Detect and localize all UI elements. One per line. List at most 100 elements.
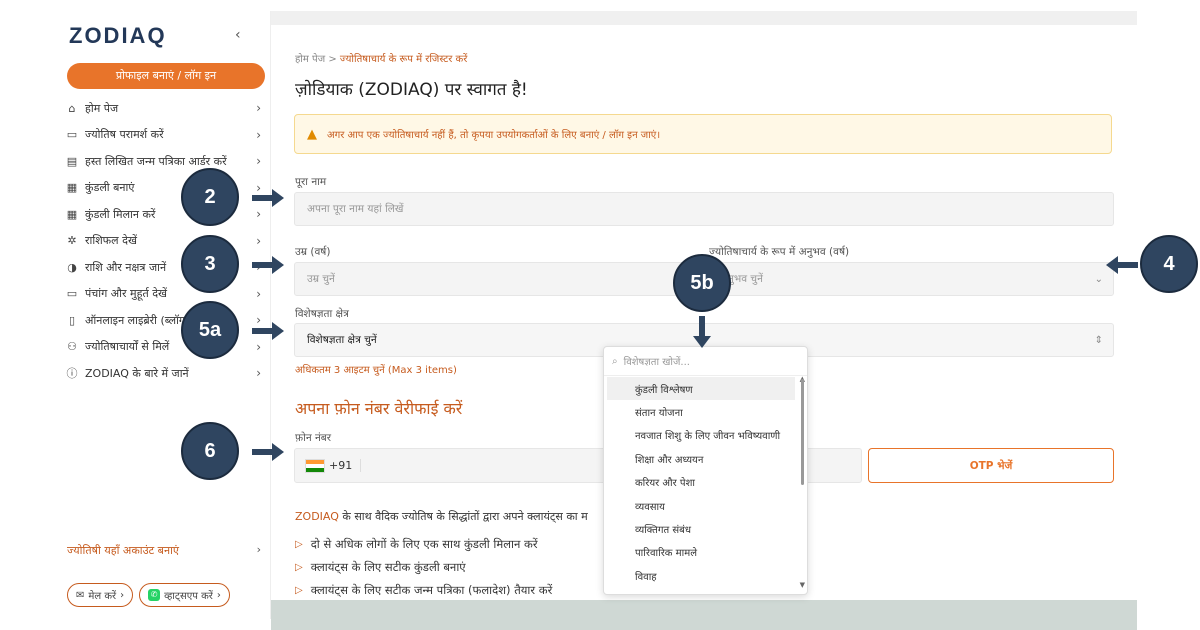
- chevron-right-icon: ›: [256, 339, 261, 354]
- grid-icon: ▦: [66, 181, 78, 195]
- sidebar-item-about[interactable]: ⓘ ZODIAQ के बारे में जानें ›: [65, 360, 265, 387]
- scroll-down-icon[interactable]: ▼: [800, 581, 805, 589]
- warning-icon: ▲: [307, 126, 317, 142]
- sidebar-item-label: ज्योतिषाचार्यों से मिलें: [85, 340, 170, 354]
- india-flag-icon[interactable]: [305, 458, 325, 473]
- sidebar-item-label: हस्त लिखित जन्म पत्रिका आर्डर करें: [85, 154, 227, 168]
- search-icon: ⌕: [612, 355, 618, 367]
- arrow-down-icon: [693, 316, 711, 348]
- specialization-value: विशेषज्ञता क्षेत्र चुनें: [307, 334, 377, 346]
- benefits-list: ▷ दो से अधिक लोगों के लिए एक साथ कुंडली म…: [295, 533, 552, 602]
- specialization-limit-hint: अधिकतम 3 आइटम चुनें (Max 3 items): [295, 365, 457, 376]
- arrow-right-icon: [252, 189, 284, 207]
- sidebar-item-label: पंचांग और मुहूर्त देखें: [85, 287, 168, 301]
- users-icon: ⚇: [67, 340, 77, 354]
- user-redirect-alert: ▲ अगर आप एक ज्योतिषाचार्य नहीं हैं, तो क…: [294, 114, 1112, 154]
- search-placeholder: विशेषज्ञता खोजें...: [623, 357, 690, 368]
- marker-5a: 5a: [181, 301, 239, 359]
- arrow-right-icon: [252, 443, 284, 461]
- chevron-right-icon: ›: [256, 127, 261, 142]
- marker-2: 2: [181, 168, 239, 226]
- marker-6: 6: [181, 422, 239, 480]
- chevron-right-icon: ›: [256, 207, 261, 222]
- alert-text[interactable]: अगर आप एक ज्योतिषाचार्य नहीं हैं, तो कृप…: [327, 127, 660, 141]
- option-item[interactable]: शिक्षा और अध्ययन: [607, 447, 795, 470]
- chevron-right-icon: ›: [216, 589, 221, 601]
- arrow-left-icon: [1106, 256, 1138, 274]
- logo[interactable]: ZODIAQ: [69, 23, 167, 49]
- list-item: ▷ दो से अधिक लोगों के लिए एक साथ कुंडली म…: [295, 533, 552, 556]
- chevron-right-icon: ›: [256, 101, 261, 116]
- benefit-text: क्लायंट्स के लिए सटीक कुंडली बनाएं: [310, 560, 466, 574]
- sidebar-item-label: होम पेज: [85, 101, 119, 115]
- age-label: उम्र (वर्ष): [295, 246, 331, 258]
- breadcrumb: होम पेज > ज्योतिषाचार्य के रूप में रजिस्…: [295, 51, 467, 65]
- sidebar-item-label: कुंडली मिलान करें: [85, 207, 156, 221]
- marker-5b: 5b: [673, 254, 731, 312]
- experience-select[interactable]: अनुभव चुनें ⌄: [707, 262, 1114, 296]
- chat-icon: ▭: [66, 128, 78, 142]
- sidebar-item-panchang[interactable]: ▭ पंचांग और मुहूर्त देखें ›: [65, 281, 265, 308]
- marker-4: 4: [1140, 235, 1198, 293]
- country-code[interactable]: +91: [329, 459, 362, 472]
- whatsapp-label: व्हाट्सएप करें: [164, 591, 213, 602]
- info-icon: ⓘ: [66, 367, 78, 381]
- grid-icon: ▦: [66, 207, 78, 221]
- whatsapp-button[interactable]: ✆ व्हाट्सएप करें ›: [139, 583, 230, 607]
- mail-label: मेल करें: [88, 591, 117, 602]
- zodiac-wheel-icon: ✲: [67, 234, 77, 248]
- chevron-right-icon: ›: [256, 154, 261, 169]
- promo-body: के साथ वैदिक ज्योतिष के सिद्धांतों द्वार…: [338, 510, 588, 523]
- book-icon: ▯: [68, 313, 76, 327]
- specialization-search-input[interactable]: ⌕ विशेषज्ञता खोजें...: [604, 347, 807, 376]
- list-item: ▷ क्लायंट्स के लिए सटीक कुंडली बनाएं: [295, 556, 552, 579]
- sidebar-item-label: ऑनलाइन लाइब्रेरी (ब्लॉग): [85, 313, 190, 327]
- astrologer-signup-label: ज्योतिषी यहाँ अकाउंट बनाएं: [67, 544, 179, 557]
- page-title: ज़ोडियाक (ZODIAQ) पर स्वागत है!: [295, 80, 528, 100]
- profile-login-button[interactable]: प्रोफाइल बनाएं / लॉग इन: [67, 63, 265, 89]
- breadcrumb-home[interactable]: होम पेज >: [295, 54, 337, 65]
- name-label: पूरा नाम: [295, 176, 327, 188]
- list-item: ▷ क्लायंट्स के लिए सटीक जन्म पत्रिका (फला…: [295, 579, 552, 602]
- triangle-bullet-icon: ▷: [295, 562, 303, 573]
- sidebar-item-label: कुंडली बनाएं: [85, 181, 135, 195]
- mail-button[interactable]: ✉ मेल करें ›: [67, 583, 134, 607]
- collapse-icon[interactable]: ‹: [235, 27, 241, 43]
- option-item[interactable]: नवजात शिशु के लिए जीवन भविष्यवाणी: [607, 424, 795, 447]
- experience-label: ज्योतिषाचार्य के रूप में अनुभव (वर्ष): [709, 246, 850, 258]
- sidebar-item-consult[interactable]: ▭ ज्योतिष परामर्श करें ›: [65, 122, 265, 149]
- sidebar-item-home[interactable]: ⌂ होम पेज ›: [65, 95, 265, 122]
- full-name-input[interactable]: अपना पूरा नाम यहां लिखें: [294, 192, 1114, 226]
- verify-phone-heading: अपना फ़ोन नंबर वेरीफाई करें: [295, 399, 463, 418]
- option-item[interactable]: व्यक्तिगत संबंध: [607, 517, 795, 540]
- send-otp-button[interactable]: OTP भेजें: [868, 448, 1114, 483]
- promo-text: ZODIAQ के साथ वैदिक ज्योतिष के सिद्धांतो…: [295, 509, 588, 524]
- chevron-down-icon: ⌄: [1094, 273, 1103, 285]
- option-item[interactable]: पारिवारिक मामले: [607, 541, 795, 564]
- specialization-label: विशेषज्ञता क्षेत्र: [295, 308, 349, 320]
- option-item[interactable]: संतान योजना: [607, 400, 795, 423]
- home-icon: ⌂: [68, 101, 76, 115]
- option-item[interactable]: कुंडली विश्लेषण: [607, 377, 795, 401]
- arrow-right-icon: [252, 322, 284, 340]
- breadcrumb-current: ज्योतिषाचार्य के रूप में रजिस्टर करें: [339, 54, 468, 65]
- benefit-text: क्लायंट्स के लिए सटीक जन्म पत्रिका (फलाद…: [310, 583, 553, 597]
- half-circle-icon: ◑: [67, 260, 77, 274]
- option-item[interactable]: करियर और पेशा: [607, 471, 795, 494]
- contact-row: ✉ मेल करें › ✆ व्हाट्सएप करें ›: [67, 583, 230, 607]
- chevron-right-icon: ›: [256, 233, 261, 248]
- footer-strip: [271, 600, 1137, 630]
- benefit-text: दो से अधिक लोगों के लिए एक साथ कुंडली मि…: [310, 537, 538, 551]
- sidebar-item-label: ज्योतिष परामर्श करें: [85, 128, 164, 142]
- astrologer-signup-link[interactable]: ज्योतिषी यहाँ अकाउंट बनाएं ›: [67, 543, 265, 558]
- age-select[interactable]: उम्र चुनें: [294, 262, 699, 296]
- sidebar-item-handwritten[interactable]: ▤ हस्त लिखित जन्म पत्रिका आर्डर करें ›: [65, 148, 265, 175]
- chevron-right-icon: ›: [120, 589, 125, 601]
- marker-3: 3: [181, 235, 239, 293]
- mail-icon: ✉: [76, 589, 85, 601]
- option-item[interactable]: विवाह: [607, 564, 795, 587]
- chevron-right-icon: ›: [256, 286, 261, 301]
- option-item[interactable]: व्यवसाय: [607, 494, 795, 517]
- phone-label: फ़ोन नंबर: [295, 432, 332, 444]
- dropdown-scrollbar[interactable]: [801, 379, 804, 485]
